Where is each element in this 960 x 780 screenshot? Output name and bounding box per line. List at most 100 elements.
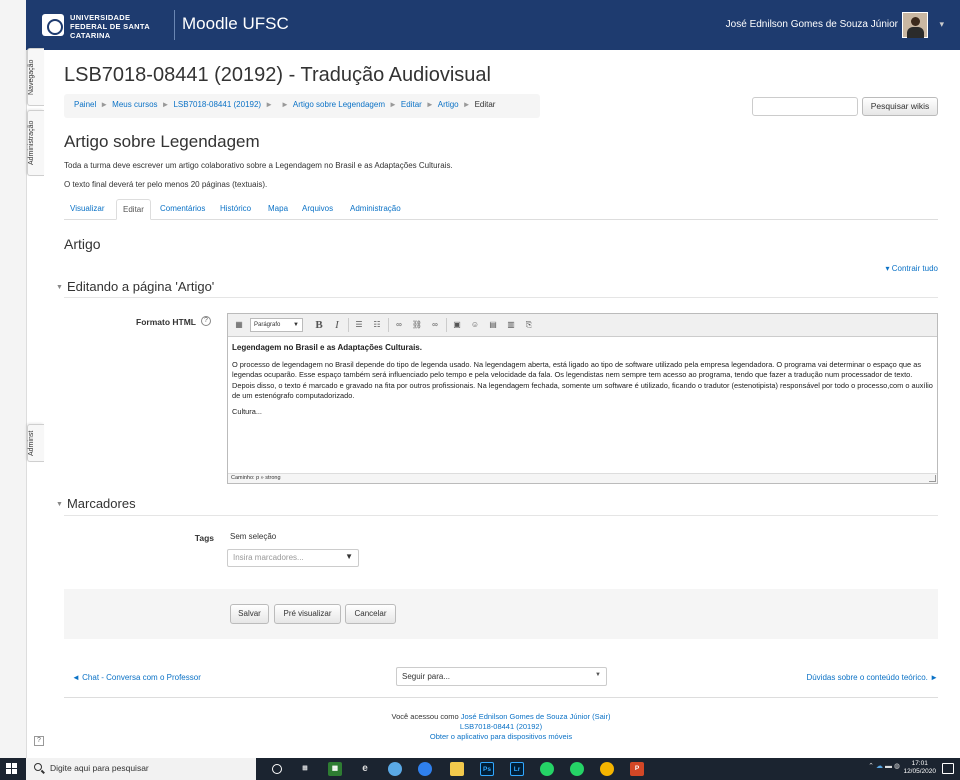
breadcrumb-separator-icon: ► (281, 100, 289, 109)
editor-toolbar: ▦ Parágrafo ▼ B I ☰ ☷ ∞ ⛓ ∞ ▣ ☺ ▤ ▥ ⎘ (228, 314, 937, 337)
content-paragraph: O processo de legendagem no Brasil depen… (232, 359, 933, 401)
side-tab-administration[interactable]: Administração (27, 110, 44, 176)
paragraph-format-value: Parágrafo (254, 322, 281, 328)
breadcrumb-dashboard[interactable]: Painel (74, 100, 96, 109)
image-icon[interactable]: ▣ (450, 318, 464, 332)
breadcrumb-my-courses[interactable]: Meus cursos (112, 100, 157, 109)
network-icon[interactable]: ▬ (885, 763, 892, 770)
taskbar-search-placeholder: Digite aqui para pesquisar (50, 763, 149, 773)
lightroom-icon[interactable]: Lr (510, 762, 524, 776)
content-tail: Cultura... (232, 406, 262, 416)
chrome-icon[interactable] (600, 762, 614, 776)
editing-section-legend: Editando a página 'Artigo' (66, 279, 215, 294)
footer-divider (64, 697, 938, 698)
tab-edit[interactable]: Editar (116, 199, 151, 220)
university-emblem-icon[interactable] (42, 14, 64, 36)
tab-administration[interactable]: Administração (344, 199, 407, 220)
jump-to-placeholder: Seguir para... (402, 672, 451, 681)
user-avatar[interactable] (902, 12, 928, 38)
whatsapp-icon[interactable] (570, 762, 584, 776)
wiki-title: Artigo sobre Legendagem (64, 132, 260, 151)
breadcrumb-course[interactable]: LSB7018-08441 (20192) (173, 100, 261, 109)
bullet-list-icon[interactable]: ☰ (352, 318, 366, 332)
taskbar-search[interactable]: Digite aqui para pesquisar (26, 758, 256, 780)
emoticon-icon[interactable]: ☺ (468, 318, 482, 332)
prev-activity-link[interactable]: ◄ Chat - Conversa com o Professor (72, 673, 201, 682)
dock-icon[interactable]: ? (34, 736, 44, 746)
section-divider (64, 297, 938, 298)
powerpoint-icon[interactable]: P (630, 762, 644, 776)
cortana-icon[interactable] (272, 764, 282, 774)
tags-input[interactable]: Insira marcadores... ▼ (227, 549, 359, 567)
unlink-icon[interactable]: ⛓ (410, 318, 424, 332)
breadcrumb-page[interactable]: Artigo (438, 100, 459, 109)
breadcrumb-separator-icon: ► (161, 100, 170, 109)
photoshop-icon[interactable]: Ps (480, 762, 494, 776)
paragraph-format-select[interactable]: Parágrafo ▼ (250, 318, 303, 332)
whatsapp-icon[interactable] (540, 762, 554, 776)
chevron-down-icon: ▼ (595, 672, 601, 678)
manage-files-icon[interactable]: ⎘ (522, 318, 536, 332)
breadcrumb-edit[interactable]: Editar (401, 100, 422, 109)
breadcrumb-wiki[interactable]: Artigo sobre Legendagem (293, 100, 385, 109)
volume-icon[interactable]: ◍ (894, 763, 900, 770)
user-menu-name[interactable]: José Ednilson Gomes de Souza Júnior (726, 19, 898, 30)
file-explorer-icon[interactable] (450, 762, 464, 776)
editing-section-toggle[interactable]: ▼ Editando a página 'Artigo' (56, 279, 214, 294)
footer-user-link[interactable]: José Ednilson Gomes de Souza Júnior (461, 712, 590, 721)
cancel-button[interactable]: Cancelar (345, 604, 396, 624)
wiki-search-input[interactable] (752, 97, 858, 116)
clock-date: 12/05/2020 (903, 768, 936, 775)
bold-icon[interactable]: B (312, 318, 326, 332)
tab-view[interactable]: Visualizar (64, 199, 111, 220)
save-button[interactable]: Salvar (230, 604, 269, 624)
side-tab-navigation[interactable]: Navegação (27, 48, 44, 106)
tags-section-toggle[interactable]: ▼ Marcadores (56, 496, 136, 511)
help-icon[interactable]: ? (201, 316, 211, 326)
app-icon[interactable] (418, 762, 432, 776)
logout-link[interactable]: (Sair) (592, 712, 610, 721)
preview-button[interactable]: Pré visualizar (274, 604, 341, 624)
mobile-app-link[interactable]: Obter o aplicativo para dispositivos móv… (430, 732, 572, 741)
toolbar-toggle-icon[interactable]: ▦ (232, 318, 246, 332)
edge-icon[interactable]: e (358, 762, 372, 776)
link-icon[interactable]: ∞ (392, 318, 406, 332)
tab-files[interactable]: Arquivos (296, 199, 339, 220)
numbered-list-icon[interactable]: ☷ (370, 318, 384, 332)
jump-to-select[interactable]: Seguir para... ▼ (396, 667, 607, 686)
calculator-icon[interactable]: ▦ (328, 762, 342, 776)
windows-start-icon[interactable] (6, 763, 18, 775)
notifications-icon[interactable] (942, 763, 954, 774)
tray-chevron-up-icon[interactable]: ⌃ (868, 763, 874, 770)
university-name[interactable]: UNIVERSIDADE FEDERAL DE SANTA CATARINA (70, 13, 170, 40)
onedrive-icon[interactable]: ☁ (876, 763, 883, 770)
chevron-down-icon: ▼ (293, 322, 299, 328)
breadcrumb-separator-icon: ► (265, 100, 273, 109)
user-menu-caret-icon[interactable]: ▾ (939, 19, 944, 30)
html-editor[interactable]: ▦ Parágrafo ▼ B I ☰ ☷ ∞ ⛓ ∞ ▣ ☺ ▤ ▥ ⎘ Leg… (227, 313, 938, 484)
italic-icon[interactable]: I (330, 318, 344, 332)
tab-history[interactable]: Histórico (214, 199, 257, 220)
task-view-icon[interactable]: ⊞ (298, 762, 312, 776)
system-clock[interactable]: 17:01 12/05/2020 (903, 760, 936, 776)
media-icon[interactable]: ▤ (486, 318, 500, 332)
section-caret-icon: ▼ (56, 501, 63, 509)
breadcrumb-separator-icon: ► (462, 100, 471, 109)
footer-course-link[interactable]: LSB7018-08441 (20192) (460, 722, 542, 731)
wiki-link-icon[interactable]: ∞ (428, 318, 442, 332)
clock-time: 17:01 (911, 760, 928, 767)
tab-map[interactable]: Mapa (262, 199, 294, 220)
tab-comments[interactable]: Comentários (154, 199, 211, 220)
tags-input-placeholder: Insira marcadores... (233, 553, 304, 562)
record-media-icon[interactable]: ▥ (504, 318, 518, 332)
side-tab-admin[interactable]: Adminst (27, 424, 44, 462)
editor-content[interactable]: Legendagem no Brasil e as Adaptações Cul… (228, 337, 937, 428)
site-brand[interactable]: Moodle UFSC (182, 14, 289, 34)
search-wikis-button[interactable]: Pesquisar wikis (862, 97, 938, 116)
collapse-all-link[interactable]: ▾ Contrair tudo (886, 264, 939, 273)
toolbar-separator (388, 318, 389, 332)
resize-grip-icon[interactable] (929, 475, 936, 482)
app-icon[interactable] (388, 762, 402, 776)
next-activity-link[interactable]: Dúvidas sobre o conteúdo teórico. ► (806, 673, 938, 682)
chevron-down-icon: ▼ (345, 552, 353, 561)
